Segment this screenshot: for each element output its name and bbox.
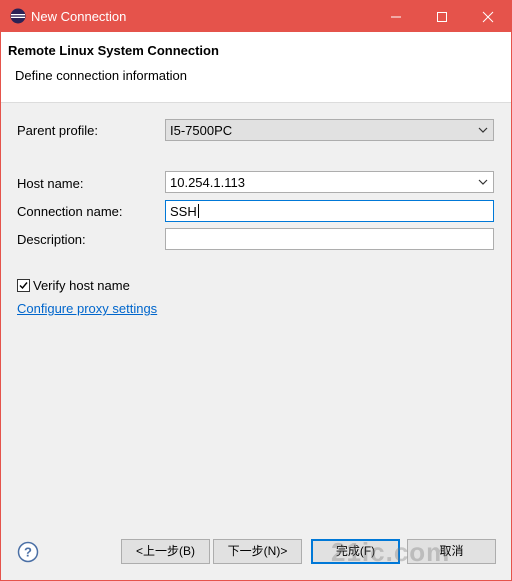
next-button[interactable]: 下一步(N)>: [213, 539, 302, 564]
eclipse-icon: [10, 8, 26, 24]
verify-host-label[interactable]: Verify host name: [33, 278, 130, 293]
chevron-down-icon: [478, 127, 488, 133]
maximize-icon: [437, 12, 447, 22]
host-name-value: 10.254.1.113: [170, 175, 245, 190]
description-field[interactable]: [165, 228, 494, 250]
text-caret: [197, 204, 199, 218]
host-name-label: Host name:: [17, 176, 84, 191]
window-title: New Connection: [31, 9, 127, 24]
cancel-button[interactable]: 取消: [407, 539, 496, 564]
parent-profile-label: Parent profile:: [17, 123, 98, 138]
svg-text:?: ?: [24, 545, 32, 560]
parent-profile-value: I5-7500PC: [170, 123, 233, 138]
finish-button[interactable]: 完成(F): [311, 539, 400, 564]
parent-profile-select[interactable]: I5-7500PC: [165, 119, 494, 141]
connection-name-label: Connection name:: [17, 204, 123, 219]
description-label: Description:: [17, 232, 86, 247]
maximize-button[interactable]: [419, 1, 465, 32]
verify-host-checkbox[interactable]: [17, 279, 30, 292]
back-button[interactable]: <上一步(B): [121, 539, 210, 564]
chevron-down-icon[interactable]: [478, 178, 488, 186]
minimize-icon: [391, 16, 401, 18]
minimize-button[interactable]: [373, 1, 419, 32]
wizard-description: Define connection information: [15, 68, 187, 83]
connection-name-value: SSH: [170, 204, 199, 219]
close-icon: [482, 11, 494, 23]
new-connection-dialog: New Connection Remote Linux System Conne…: [0, 0, 512, 581]
wizard-heading: Remote Linux System Connection: [8, 43, 219, 58]
connection-name-field[interactable]: SSH: [165, 200, 494, 222]
host-name-combo[interactable]: 10.254.1.113: [165, 171, 494, 193]
checkmark-icon: [19, 282, 28, 290]
configure-proxy-link[interactable]: Configure proxy settings: [17, 301, 157, 316]
title-bar[interactable]: New Connection: [1, 1, 511, 32]
help-icon[interactable]: ?: [17, 541, 39, 563]
close-button[interactable]: [465, 1, 511, 32]
wizard-banner: Remote Linux System Connection Define co…: [1, 32, 511, 103]
